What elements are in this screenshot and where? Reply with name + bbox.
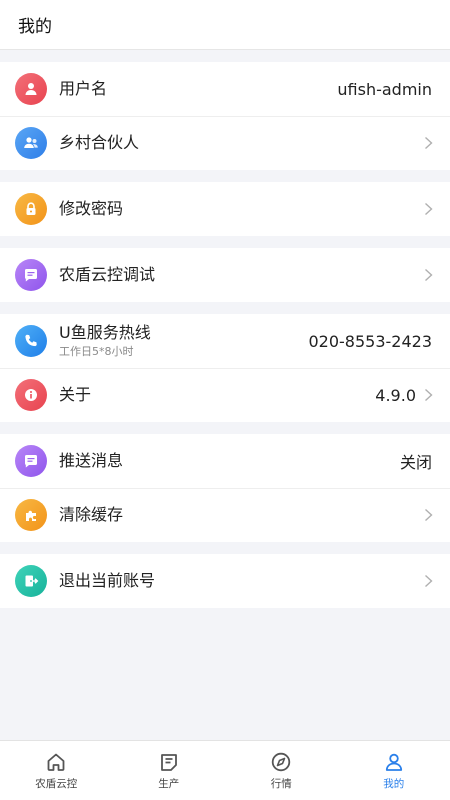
lock-icon: [15, 193, 47, 225]
push-notifications-row[interactable]: 推送消息 关闭: [0, 434, 450, 488]
partners-icon: [15, 127, 47, 159]
chevron-right-icon: [424, 202, 434, 216]
bottom-nav: 农盾云控 生产 行情 我的: [0, 740, 450, 800]
password-group: 修改密码: [0, 182, 450, 236]
username-value: ufish-admin: [337, 79, 432, 99]
debug-group: 农盾云控调试: [0, 248, 450, 302]
change-password-row[interactable]: 修改密码: [0, 182, 450, 236]
username-row[interactable]: 用户名 ufish-admin: [0, 62, 450, 116]
logout-icon: [15, 565, 47, 597]
nav-tab-mine[interactable]: 我的: [338, 741, 450, 800]
rural-partner-row[interactable]: 乡村合伙人: [0, 116, 450, 170]
nav-tab-production[interactable]: 生产: [113, 741, 226, 800]
push-notifications-label-wrap: 推送消息: [59, 451, 400, 471]
nav-tab-label: 农盾云控: [35, 777, 78, 790]
profile-icon: [385, 753, 402, 771]
puzzle-icon: [15, 499, 47, 531]
nav-tab-cloud-control[interactable]: 农盾云控: [0, 741, 113, 800]
page-title: 我的: [18, 17, 52, 37]
service-hotline-number: 020-8553-2423: [308, 331, 432, 351]
change-password-label: 修改密码: [59, 199, 124, 218]
push-notifications-label: 推送消息: [59, 451, 124, 470]
service-hotline-label-wrap: U鱼服务热线 工作日5*8小时: [59, 323, 308, 359]
chevron-right-icon: [424, 574, 434, 588]
logout-label-wrap: 退出当前账号: [59, 571, 418, 591]
nav-tab-label: 生产: [158, 777, 180, 790]
settings-group: 推送消息 关闭 清除缓存: [0, 434, 450, 542]
change-password-label-wrap: 修改密码: [59, 199, 418, 219]
user-icon: [15, 73, 47, 105]
clear-cache-label: 清除缓存: [59, 505, 124, 524]
chevron-right-icon: [424, 136, 434, 150]
clear-cache-label-wrap: 清除缓存: [59, 505, 418, 525]
info-icon: [15, 379, 47, 411]
chevron-right-icon: [424, 508, 434, 522]
nav-tab-label: 行情: [270, 777, 292, 790]
home-icon: [47, 753, 65, 771]
app-version: 4.9.0: [375, 385, 416, 405]
phone-icon: [15, 325, 47, 357]
service-hotline-row[interactable]: U鱼服务热线 工作日5*8小时 020-8553-2423: [0, 314, 450, 368]
about-label: 关于: [59, 385, 92, 404]
rural-partner-label-wrap: 乡村合伙人: [59, 133, 418, 153]
account-group: 用户名 ufish-admin 乡村合伙人: [0, 62, 450, 170]
chevron-right-icon: [424, 388, 434, 402]
username-label: 用户名: [59, 79, 108, 98]
about-label-wrap: 关于: [59, 385, 375, 405]
service-hotline-label: U鱼服务热线: [59, 323, 151, 342]
cloud-control-debug-row[interactable]: 农盾云控调试: [0, 248, 450, 302]
header-bar: 我的: [0, 0, 450, 50]
rural-partner-label: 乡村合伙人: [59, 133, 140, 152]
logout-group: 退出当前账号: [0, 554, 450, 608]
logout-row[interactable]: 退出当前账号: [0, 554, 450, 608]
cloud-control-debug-label: 农盾云控调试: [59, 265, 156, 284]
service-hotline-hours: 工作日5*8小时: [59, 345, 134, 358]
clear-cache-row[interactable]: 清除缓存: [0, 488, 450, 542]
production-icon: [160, 753, 177, 771]
username-label-wrap: 用户名: [59, 79, 337, 99]
message-icon: [15, 259, 47, 291]
cloud-control-debug-label-wrap: 农盾云控调试: [59, 265, 418, 285]
about-row[interactable]: 关于 4.9.0: [0, 368, 450, 422]
logout-label: 退出当前账号: [59, 571, 156, 590]
nav-tab-market[interactable]: 行情: [225, 741, 338, 800]
push-notifications-status[interactable]: 关闭: [400, 449, 432, 473]
message-icon: [15, 445, 47, 477]
chevron-right-icon: [424, 268, 434, 282]
nav-tab-label: 我的: [383, 777, 405, 790]
info-group: U鱼服务热线 工作日5*8小时 020-8553-2423 关于 4.9.0: [0, 314, 450, 422]
compass-icon: [272, 752, 291, 771]
